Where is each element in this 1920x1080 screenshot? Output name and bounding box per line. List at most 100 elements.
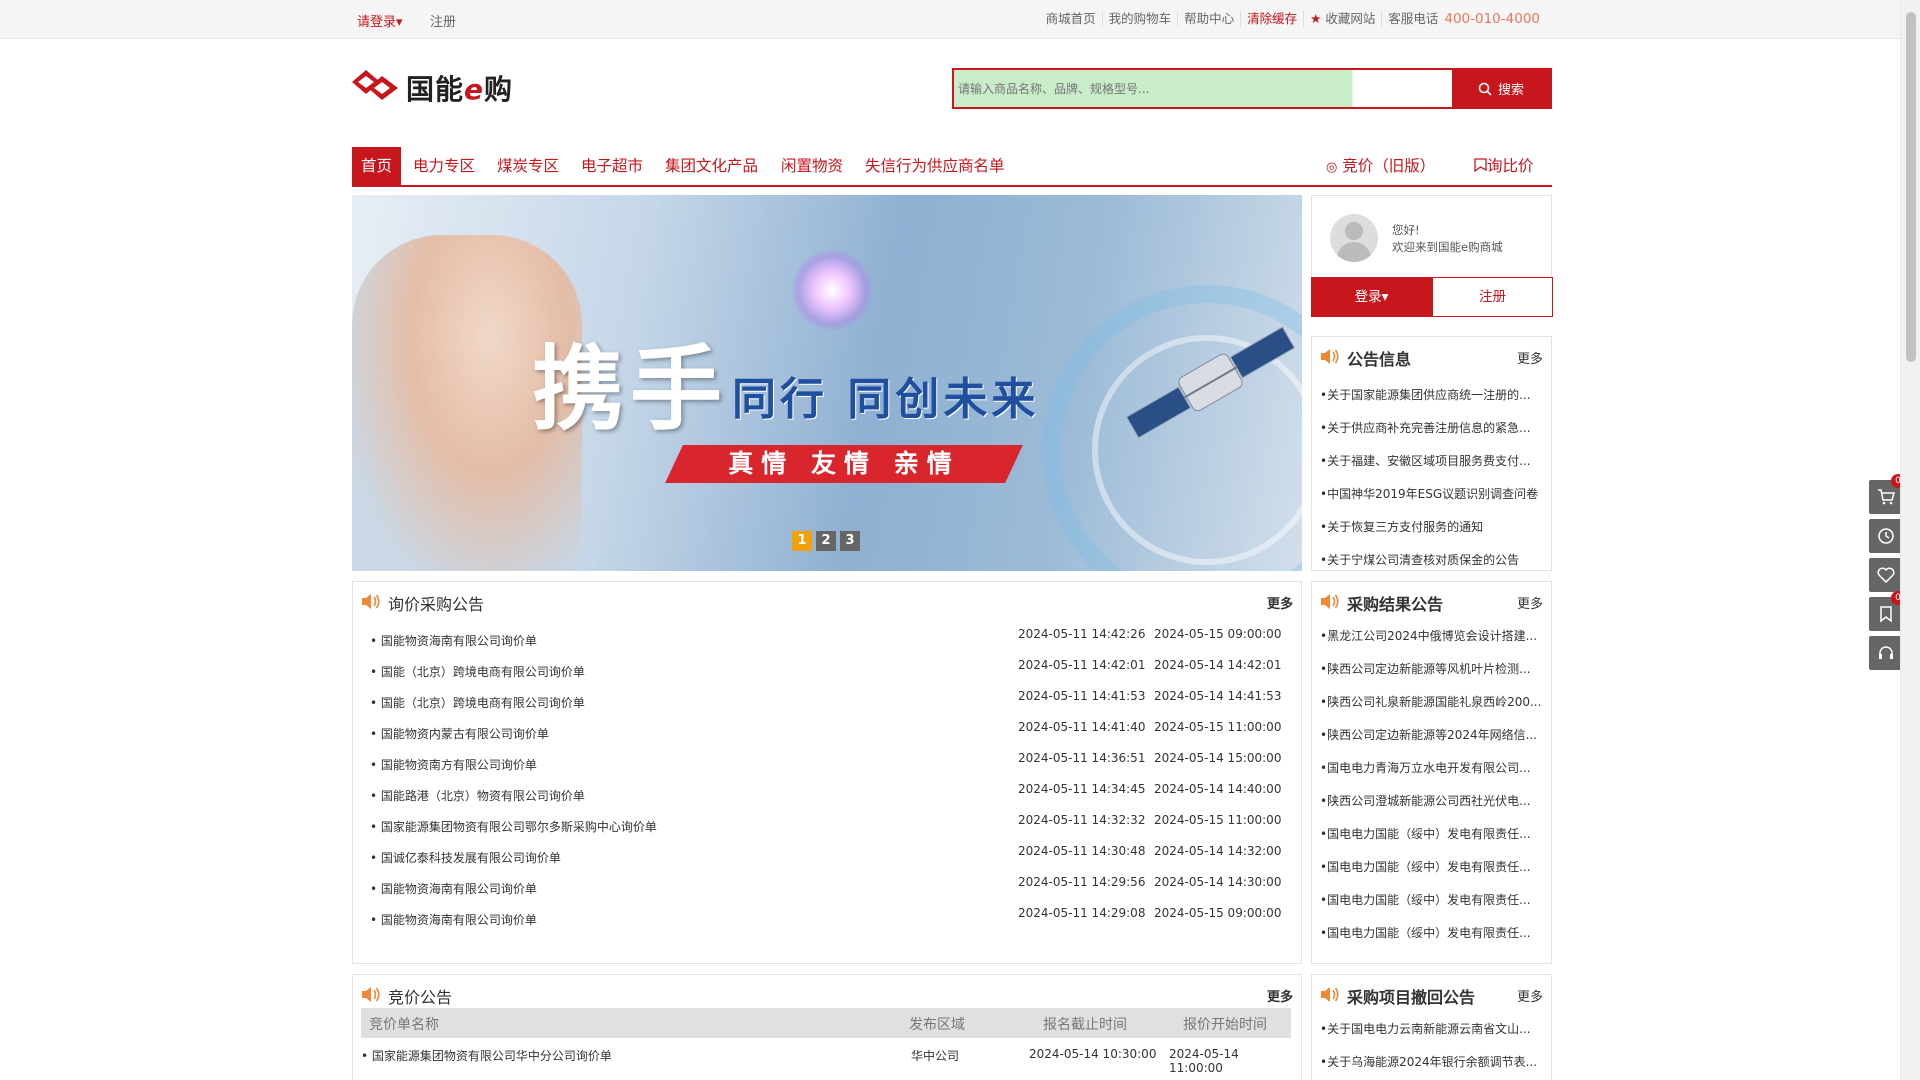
logo-text-pre: 国能 <box>406 73 465 106</box>
speaker-icon <box>362 987 380 1002</box>
nav-item-home[interactable]: 首页 <box>352 147 402 185</box>
row-name[interactable]: • 国能物资南方有限公司询价单 <box>370 756 537 773</box>
nav-item-coal[interactable]: 煤炭专区 <box>497 147 559 185</box>
list-item[interactable]: •关于国家能源集团供应商统一注册的... <box>1320 379 1545 412</box>
table-row[interactable]: • 国能（北京）跨境电商有限公司询价单 2024-05-11 14:41:53 20… <box>370 686 1286 717</box>
mall-home-link[interactable]: 商城首页 <box>1040 11 1103 27</box>
row-deadline: 2024-05-15 11:00:00 <box>1154 720 1282 734</box>
cart-float-button[interactable]: 0 <box>1869 474 1905 514</box>
row-name[interactable]: • 国能物资内蒙古有限公司询价单 <box>370 725 549 742</box>
notice-list: •关于国家能源集团供应商统一注册的... •关于供应商补充完善注册信息的紧急..… <box>1320 379 1545 577</box>
row-name[interactable]: • 国家能源集团物资有限公司华中分公司询价单 <box>361 1047 612 1064</box>
row-name[interactable]: • 国能路港（北京）物资有限公司询价单 <box>370 787 585 804</box>
withdraw-panel: 采购项目撤回公告 更多 •关于国电电力云南新能源云南省文山... •关于乌海能源… <box>1311 974 1552 1080</box>
history-float-button[interactable] <box>1869 519 1903 553</box>
banner-dot-2[interactable]: 2 <box>816 531 836 551</box>
withdraw-title: 采购项目撤回公告 <box>1347 988 1476 1007</box>
list-item[interactable]: •关于恢复三方支付服务的通知 <box>1320 511 1545 544</box>
nav-item-idle[interactable]: 闲置物资 <box>781 147 843 185</box>
list-item[interactable]: •关于福建、安徽区域项目服务费支付... <box>1320 445 1545 478</box>
user-login-button[interactable]: 登录▾ <box>1311 277 1432 317</box>
banner-glow <box>792 250 872 330</box>
row-deadline: 2024-05-14 15:00:00 <box>1154 751 1282 765</box>
table-row[interactable]: • 国能物资海南有限公司询价单 2024-05-11 14:42:26 2024-0… <box>370 624 1286 655</box>
login-link[interactable]: 请登录▾ <box>357 11 403 30</box>
list-item[interactable]: •关于宁煤公司清查核对质保金的公告 <box>1320 544 1545 577</box>
avatar <box>1330 214 1378 262</box>
nav-bid-old[interactable]: ◎ 竞价（旧版） <box>1326 147 1435 185</box>
banner-dot-3[interactable]: 3 <box>840 531 860 551</box>
favorite-site-link[interactable]: ★ 收藏网站 <box>1304 11 1383 27</box>
page-scrollbar[interactable] <box>1900 0 1920 1080</box>
result-more-link[interactable]: 更多 <box>1517 593 1543 612</box>
row-publish-time: 2024-05-11 14:36:51 <box>1018 751 1146 765</box>
banner-dot-1[interactable]: 1 <box>792 531 812 551</box>
nav-item-culture[interactable]: 集团文化产品 <box>665 147 758 185</box>
list-item[interactable]: •国电电力国能（绥中）发电有限责任... <box>1320 917 1545 950</box>
row-publish-time: 2024-05-11 14:29:08 <box>1018 906 1146 920</box>
list-item[interactable]: •关于乌海能源2024年银行余额调节表... <box>1320 1046 1545 1079</box>
list-item[interactable]: •关于供应商补充完善注册信息的紧急... <box>1320 412 1545 445</box>
list-item[interactable]: •陕西公司定边新能源等风机叶片检测... <box>1320 653 1545 686</box>
search-input[interactable] <box>954 70 1452 107</box>
table-row[interactable]: • 国能（北京）跨境电商有限公司询价单 2024-05-11 14:42:01 20… <box>370 655 1286 686</box>
row-name[interactable]: • 国诚亿泰科技发展有限公司询价单 <box>370 849 561 866</box>
row-start: 2024-05-14 11:00:00 <box>1169 1047 1239 1075</box>
row-name[interactable]: • 国能物资海南有限公司询价单 <box>370 880 537 897</box>
main-nav: 首页 电力专区 煤炭专区 电子超市 集团文化产品 闲置物资 失信行为供应商名单 … <box>352 147 1552 187</box>
table-row[interactable]: • 国能物资海南有限公司询价单 2024-05-11 14:29:56 2024-0… <box>370 872 1286 903</box>
star-icon: ★ <box>1310 11 1322 26</box>
site-logo[interactable]: 国能e购 <box>352 68 513 108</box>
list-item[interactable]: •陕西公司定边新能源等2024年网络信... <box>1320 719 1545 752</box>
register-link[interactable]: 注册 <box>430 11 456 30</box>
table-row[interactable]: • 国能物资南方有限公司询价单 2024-05-11 14:36:51 2024-0… <box>370 748 1286 779</box>
help-center-link[interactable]: 帮助中心 <box>1178 11 1242 27</box>
user-register-button[interactable]: 注册 <box>1432 277 1553 317</box>
list-item[interactable]: •国电电力国能（绥中）发电有限责任... <box>1320 818 1545 851</box>
row-deadline: 2024-05-14 14:30:00 <box>1154 875 1282 889</box>
floating-toolbar: 0 0 <box>1869 474 1905 675</box>
row-publish-time: 2024-05-11 14:30:48 <box>1018 844 1146 858</box>
nav-compare[interactable]: 询比价 <box>1474 147 1534 185</box>
search-button[interactable]: 搜索 <box>1452 70 1550 107</box>
col-region: 发布区域 <box>909 1017 965 1033</box>
table-row[interactable]: • 国能物资海南有限公司询价单 2024-05-11 14:29:08 2024-0… <box>370 903 1286 934</box>
withdraw-more-link[interactable]: 更多 <box>1517 986 1543 1005</box>
table-row[interactable]: • 国家能源集团物资有限公司鄂尔多斯采购中心询价单 2024-05-11 14:3… <box>370 810 1286 841</box>
table-row[interactable]: • 国诚亿泰科技发展有限公司询价单 2024-05-11 14:30:48 2024… <box>370 841 1286 872</box>
list-item[interactable]: •国电电力国能（绥中）发电有限责任... <box>1320 851 1545 884</box>
row-name[interactable]: • 国能（北京）跨境电商有限公司询价单 <box>370 694 585 711</box>
clear-cache-link[interactable]: 清除缓存 <box>1241 11 1305 27</box>
row-publish-time: 2024-05-11 14:32:32 <box>1018 813 1146 827</box>
scrollbar-thumb[interactable] <box>1906 12 1916 362</box>
row-name[interactable]: • 国能物资海南有限公司询价单 <box>370 911 537 928</box>
favorite-float-button[interactable] <box>1869 558 1903 592</box>
table-row[interactable]: • 国能路港（北京）物资有限公司询价单 2024-05-11 14:34:45 20… <box>370 779 1286 810</box>
history-icon <box>1878 528 1894 544</box>
table-row[interactable]: • 国能物资内蒙古有限公司询价单 2024-05-11 14:41:40 2024-… <box>370 717 1286 748</box>
list-item[interactable]: •国电电力青海万立水电开发有限公司... <box>1320 752 1545 785</box>
list-item[interactable]: •关于国电电力云南新能源云南省文山... <box>1320 1013 1545 1046</box>
speaker-icon <box>1321 594 1339 609</box>
row-name[interactable]: • 国能（北京）跨境电商有限公司询价单 <box>370 663 585 680</box>
list-item[interactable]: •陕西公司礼泉新能源国能礼泉西岭200... <box>1320 686 1545 719</box>
row-deadline: 2024-05-15 11:00:00 <box>1154 813 1282 827</box>
nav-item-supermarket[interactable]: 电子超市 <box>581 147 643 185</box>
bookmark-float-button[interactable]: 0 <box>1869 591 1905 631</box>
inquiry-more-link[interactable]: 更多 <box>1267 593 1293 612</box>
row-region: 华中公司 <box>911 1049 960 1063</box>
bid-more-link[interactable]: 更多 <box>1267 986 1293 1005</box>
nav-item-blacklist[interactable]: 失信行为供应商名单 <box>865 147 1005 185</box>
my-cart-link[interactable]: 我的购物车 <box>1103 11 1179 27</box>
list-item[interactable]: •黑龙江公司2024中俄博览会设计搭建... <box>1320 620 1545 653</box>
row-name[interactable]: • 国家能源集团物资有限公司鄂尔多斯采购中心询价单 <box>370 818 657 835</box>
hero-banner[interactable]: 携手 同行 同创未来 真情 友情 亲情 1 2 3 <box>352 195 1302 571</box>
row-name[interactable]: • 国能物资海南有限公司询价单 <box>370 632 537 649</box>
list-item[interactable]: •中国神华2019年ESG议题识别调查问卷 <box>1320 478 1545 511</box>
list-item[interactable]: •陕西公司澄城新能源公司西社光伏电... <box>1320 785 1545 818</box>
list-item[interactable]: •国电电力国能（绥中）发电有限责任... <box>1320 884 1545 917</box>
notice-more-link[interactable]: 更多 <box>1517 348 1543 367</box>
table-row[interactable]: • 国家能源集团物资有限公司华中分公司询价单 华中公司 2024-05-14 1… <box>361 1044 1291 1075</box>
nav-item-power[interactable]: 电力专区 <box>413 147 475 185</box>
service-float-button[interactable] <box>1869 636 1903 670</box>
